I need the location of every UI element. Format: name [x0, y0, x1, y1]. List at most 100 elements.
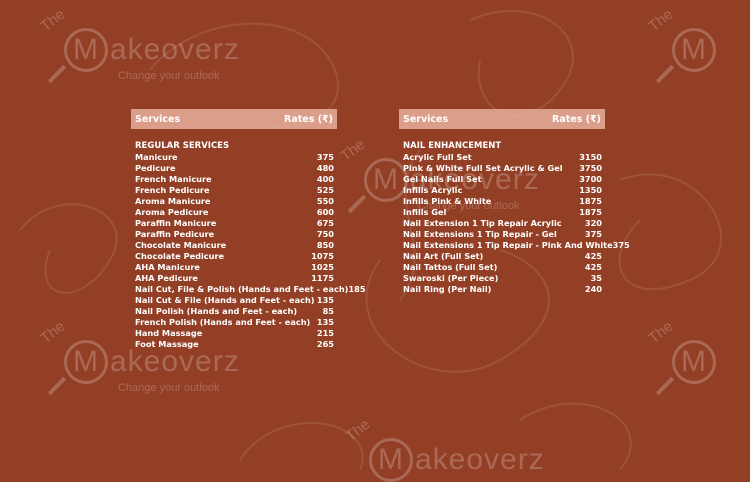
header-services: Services: [135, 113, 181, 125]
service-rate: 425: [584, 251, 602, 261]
service-name: Nail Ring (Per Nail): [403, 284, 492, 294]
table-row: Nail Ring (Per Nail) 240: [399, 284, 605, 295]
service-name: Nail Art (Full Set): [403, 251, 484, 261]
service-rate: 525: [316, 185, 334, 195]
table-row: French Pedicure 525: [131, 185, 337, 196]
service-name: Paraffin Pedicure: [135, 229, 215, 239]
service-rate: 675: [316, 218, 334, 228]
table-row: Nail Cut & File (Hands and Feet - each) 1…: [131, 295, 337, 306]
table-row: French Polish (Hands and Feet - each) 135: [131, 317, 337, 328]
service-name: Aroma Pedicure: [135, 207, 209, 217]
table-row: Aroma Manicure 550: [131, 196, 337, 207]
table-row: Nail Extensions 1 Tip Repair - Gel 375: [399, 229, 605, 240]
table-header: Services Rates (₹): [131, 109, 337, 129]
table-row: Pink & White Full Set Acrylic & Gel 3750: [399, 163, 605, 174]
service-name: Nail Polish (Hands and Feet - each): [135, 306, 298, 316]
service-name: French Polish (Hands and Feet - each): [135, 317, 311, 327]
service-rate: 240: [584, 284, 602, 294]
service-rate: 3150: [579, 152, 602, 162]
watermark-tagline: Change your outlook: [118, 70, 220, 82]
service-rate: 425: [584, 262, 602, 272]
watermark-brand: M: [672, 28, 718, 72]
service-rate: 215: [316, 328, 334, 338]
service-name: Chocolate Manicure: [135, 240, 227, 250]
service-name: Nail Extensions 1 Tip Repair - Pink And …: [403, 240, 613, 250]
service-rate: 85: [322, 306, 334, 316]
service-name: Hand Massage: [135, 328, 203, 338]
table-row: Paraffin Pedicure 750: [131, 229, 337, 240]
service-rate: 550: [316, 196, 334, 206]
table-header: Services Rates (₹): [399, 109, 605, 129]
table-row: Infills Acrylic 1350: [399, 185, 605, 196]
table-row: Paraffin Manicure 675: [131, 218, 337, 229]
service-rate: 850: [316, 240, 334, 250]
service-rate: 265: [316, 339, 334, 349]
service-rate: 320: [584, 218, 602, 228]
regular-services-table: Services Rates (₹) REGULAR SERVICES Mani…: [131, 109, 366, 350]
service-name: Gel Nails Full Set: [403, 174, 482, 184]
service-rate: 375: [584, 229, 602, 239]
table-row: Nail Polish (Hands and Feet - each) 85: [131, 306, 337, 317]
watermark-brand: M: [672, 340, 718, 384]
table-row: Acrylic Full Set 3150: [399, 152, 605, 163]
table-row: Chocolate Manicure 850: [131, 240, 337, 251]
service-name: Pedicure: [135, 163, 176, 173]
service-name: Acrylic Full Set: [403, 152, 472, 162]
table-row: Aroma Pedicure 600: [131, 207, 337, 218]
service-name: Nail Extensions 1 Tip Repair - Gel: [403, 229, 557, 239]
service-rate: 375: [316, 152, 334, 162]
table-row: Nail Extension 1 Tip Repair Acrylic 320: [399, 218, 605, 229]
service-rate: 1350: [579, 185, 602, 195]
table-row: Foot Massage 265: [131, 339, 337, 350]
watermark-brand: Makeoverz: [369, 438, 545, 482]
service-rate: 3750: [579, 163, 602, 173]
header-rates: Rates (₹): [552, 113, 601, 125]
table-row: Chocolate Pedicure 1075: [131, 251, 337, 262]
table-row: Nail Extensions 1 Tip Repair - Pink And …: [399, 240, 630, 251]
service-rate: 35: [590, 273, 602, 283]
watermark-tagline: Change your outlook: [118, 382, 220, 394]
nail-enhancement-table: Services Rates (₹) NAIL ENHANCEMENT Acry…: [399, 109, 630, 295]
table-row: Swaroski (Per Piece) 35: [399, 273, 605, 284]
service-rate: 135: [316, 317, 334, 327]
service-name: Infills Pink & White: [403, 196, 492, 206]
service-name: AHA Pedicure: [135, 273, 198, 283]
table-row: French Manicure 400: [131, 174, 337, 185]
table-row: Infills Pink & White 1875: [399, 196, 605, 207]
service-name: Paraffin Manicure: [135, 218, 217, 228]
header-rates: Rates (₹): [284, 113, 333, 125]
service-rate: 135: [316, 295, 334, 305]
table-row: Nail Tattos (Full Set) 425: [399, 262, 605, 273]
service-name: French Manicure: [135, 174, 212, 184]
service-name: Swaroski (Per Piece): [403, 273, 499, 283]
service-rate: 1875: [579, 196, 602, 206]
service-name: Nail Extension 1 Tip Repair Acrylic: [403, 218, 562, 228]
service-rate: 1875: [579, 207, 602, 217]
watermark-brand: Makeoverz: [64, 28, 240, 72]
service-name: Foot Massage: [135, 339, 199, 349]
service-name: Infills Gel: [403, 207, 447, 217]
table-row: Nail Art (Full Set) 425: [399, 251, 605, 262]
section-title: REGULAR SERVICES: [135, 141, 230, 151]
service-rate: 400: [316, 174, 334, 184]
service-rate: 3700: [579, 174, 602, 184]
table-row: Hand Massage 215: [131, 328, 337, 339]
service-rate: 185: [348, 284, 366, 294]
service-name: Aroma Manicure: [135, 196, 211, 206]
service-rate: 480: [316, 163, 334, 173]
service-name: Chocolate Pedicure: [135, 251, 225, 261]
table-row: Manicure 375: [131, 152, 337, 163]
table-row: Infills Gel 1875: [399, 207, 605, 218]
service-rate: 375: [612, 240, 630, 250]
service-name: Nail Cut, File & Polish (Hands and Feet …: [135, 284, 349, 294]
table-row: Gel Nails Full Set 3700: [399, 174, 605, 185]
section-title: NAIL ENHANCEMENT: [403, 141, 502, 151]
service-rate: 1175: [311, 273, 334, 283]
background-swirls: [19, 9, 722, 471]
table-row: Nail Cut, File & Polish (Hands and Feet …: [131, 284, 366, 295]
header-services: Services: [403, 113, 449, 125]
service-name: Infills Acrylic: [403, 185, 463, 195]
service-name: AHA Manicure: [135, 262, 200, 272]
table-row: AHA Manicure 1025: [131, 262, 337, 273]
service-name: Pink & White Full Set Acrylic & Gel: [403, 163, 563, 173]
